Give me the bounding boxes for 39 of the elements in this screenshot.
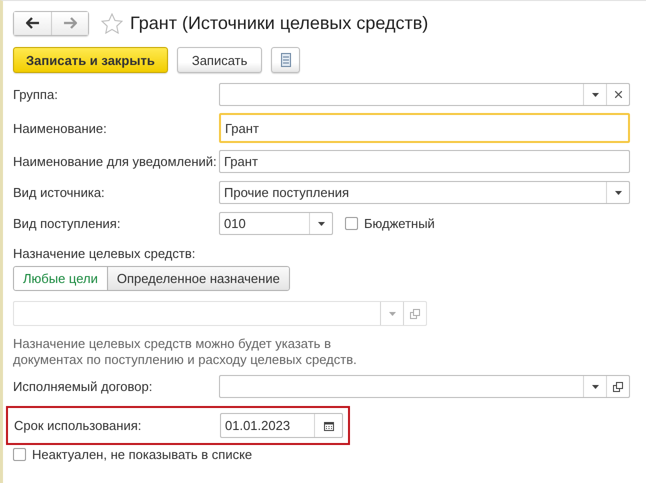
- caret-icon: [614, 190, 622, 194]
- list-icon: [280, 53, 291, 67]
- option-tab[interactable]: Определенное назначение: [106, 267, 289, 290]
- calendar-icon: [324, 420, 334, 430]
- save-button[interactable]: Записать: [176, 47, 262, 73]
- save-and-close-button[interactable]: Записать и закрыть: [13, 47, 168, 73]
- caret-icon: [592, 92, 598, 96]
- field-label: Вид поступления:: [13, 216, 122, 231]
- star-icon[interactable]: [101, 12, 123, 34]
- input-field[interactable]: [219, 83, 630, 106]
- caret-icon: [318, 222, 324, 226]
- field-label: Срок использования:: [14, 418, 142, 433]
- checkbox-label: Неактуален, не показывать в списке: [32, 447, 252, 462]
- field-label: Наименование для уведомлений:: [13, 154, 218, 169]
- open-window-icon: [613, 382, 623, 392]
- field-label: Исполняемый договор:: [13, 379, 154, 394]
- field-label: Вид источника:: [13, 185, 106, 200]
- close-icon: [614, 91, 622, 98]
- back-arrow-icon: [26, 17, 40, 29]
- window-title: Грант (Источники целевых средств): [130, 12, 428, 34]
- checkbox[interactable]: [345, 217, 358, 230]
- date-field[interactable]: 01.01.2023: [220, 413, 343, 438]
- caret-icon: [592, 384, 598, 388]
- input-field[interactable]: Прочие поступления: [219, 181, 630, 204]
- caret-icon: [388, 312, 396, 316]
- field-label: Наименование:: [13, 120, 108, 136]
- hint-text: Назначение целевых средств можно будет указать в документах по поступлению и расходу целевых средств.: [13, 336, 358, 368]
- input-field[interactable]: 010: [219, 212, 333, 235]
- input-field[interactable]: [219, 375, 630, 398]
- more-menu-button[interactable]: [271, 47, 300, 73]
- field-label: Группа:: [13, 87, 59, 102]
- back-button[interactable]: [14, 12, 51, 34]
- input-field[interactable]: Грант: [219, 150, 630, 173]
- forward-arrow-icon: [63, 17, 77, 29]
- section-label: Назначение целевых средств:: [13, 246, 196, 261]
- open-window-icon: [410, 308, 420, 318]
- checkbox[interactable]: [13, 448, 26, 461]
- checkbox-label: Бюджетный: [364, 216, 435, 231]
- input-field[interactable]: Грант: [219, 113, 630, 143]
